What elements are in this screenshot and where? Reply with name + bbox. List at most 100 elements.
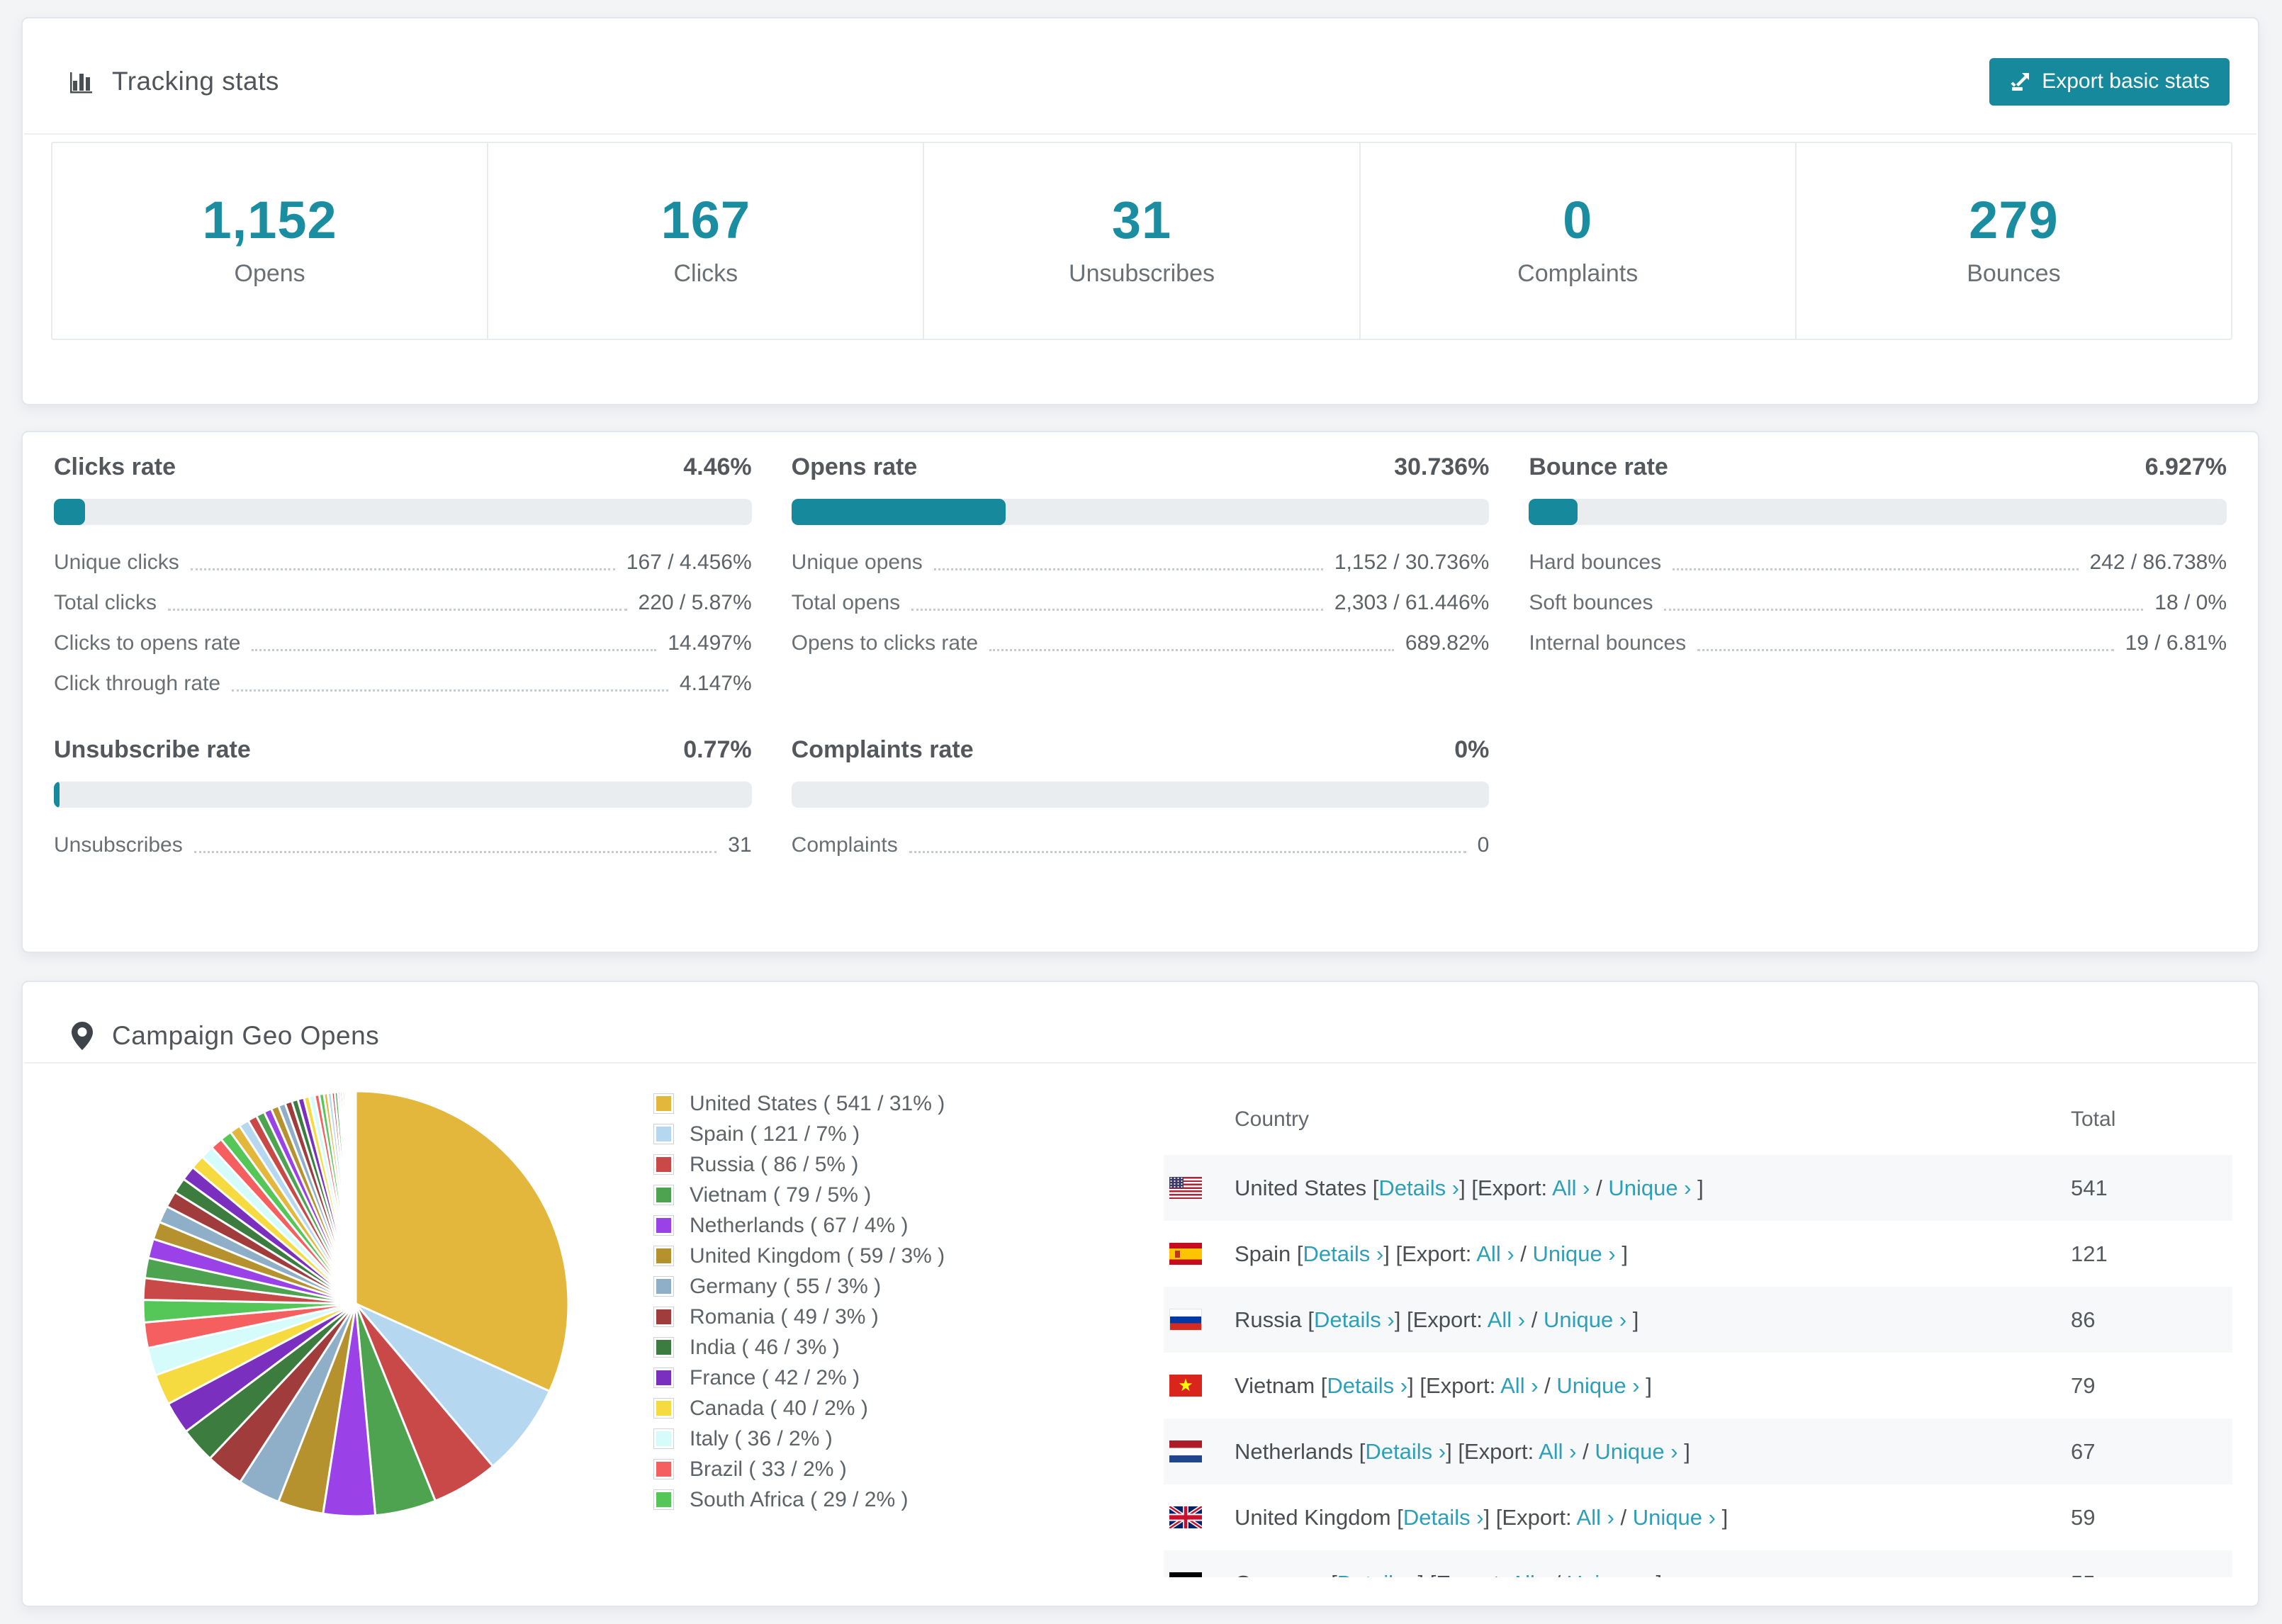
country-total: 59: [2071, 1504, 2096, 1530]
header-divider: [24, 133, 2256, 135]
dotted-leader: [190, 568, 615, 570]
legend-label: Netherlands ( 67 / 4% ): [690, 1213, 909, 1237]
legend-item: United Kingdom ( 59 / 3% ): [653, 1241, 945, 1271]
legend-color-swatch: [653, 1093, 674, 1114]
opens-rate-value: 30.736%: [1394, 453, 1490, 480]
export-all-link[interactable]: All ›: [1577, 1505, 1614, 1530]
rate-detail-row: Hard bounces 242 / 86.738%: [1529, 542, 2227, 582]
legend-label: Romania ( 49 / 3% ): [690, 1304, 879, 1329]
geo-table-header: Country Total: [1164, 1084, 2232, 1155]
export-unique-link[interactable]: Unique ›: [1633, 1505, 1716, 1530]
rate-row-label: Total opens: [791, 590, 901, 614]
tracking-stats-title: Tracking stats: [112, 67, 279, 96]
export-unique-link[interactable]: Unique ›: [1533, 1241, 1616, 1266]
rate-row-label: Unsubscribes: [54, 833, 183, 857]
rate-row-value: 220 / 5.87%: [638, 590, 752, 614]
stat-opens: 1,152 Opens: [52, 143, 489, 339]
details-link[interactable]: Details ›: [1327, 1373, 1407, 1398]
export-unique-link[interactable]: Unique ›: [1567, 1571, 1650, 1578]
export-basic-stats-button[interactable]: Export basic stats: [1989, 57, 2230, 106]
legend-item: Italy ( 36 / 2% ): [653, 1423, 945, 1454]
details-link[interactable]: Details ›: [1403, 1505, 1484, 1530]
export-all-link[interactable]: All ›: [1510, 1571, 1548, 1578]
rate-row-value: 14.497%: [668, 631, 752, 655]
export-icon: [2009, 70, 2032, 93]
dotted-leader: [933, 568, 1323, 570]
details-link[interactable]: Details ›: [1303, 1241, 1384, 1266]
dotted-leader: [1697, 649, 2114, 651]
rate-row-label: Total clicks: [54, 590, 157, 614]
details-link[interactable]: Details ›: [1337, 1571, 1418, 1578]
legend-label: Vietnam ( 79 / 5% ): [690, 1183, 872, 1207]
geo-pie-chart[interactable]: [129, 1077, 583, 1530]
legend-item: Spain ( 121 / 7% ): [653, 1119, 945, 1149]
export-all-link[interactable]: All ›: [1488, 1307, 1525, 1332]
legend-item: Vietnam ( 79 / 5% ): [653, 1180, 945, 1210]
rate-row-value: 1,152 / 30.736%: [1334, 550, 1490, 574]
rate-detail-row: Complaints 0: [792, 825, 1490, 865]
country-total: 67: [2071, 1438, 2096, 1464]
rate-detail-row: Opens to clicks rate 689.82%: [792, 623, 1490, 663]
rates-card: Clicks rate 4.46% Unique clicks 167 / 4.…: [21, 431, 2259, 953]
export-unique-link[interactable]: Unique ›: [1595, 1439, 1677, 1464]
legend-item: Canada ( 40 / 2% ): [653, 1393, 945, 1423]
details-link[interactable]: Details ›: [1378, 1175, 1459, 1200]
rate-row-value: 4.147%: [679, 671, 752, 695]
country-name: Germany: [1235, 1571, 1325, 1578]
legend-color-swatch: [653, 1276, 674, 1297]
export-all-link[interactable]: All ›: [1500, 1373, 1538, 1398]
opens-rate-panel: Opens rate 30.736% Unique opens 1,152 / …: [791, 453, 1490, 704]
legend-item: South Africa ( 29 / 2% ): [653, 1484, 945, 1515]
country-total: 79: [2071, 1372, 2096, 1398]
export-all-link[interactable]: All ›: [1539, 1439, 1576, 1464]
geo-table-row: United States [Details ›] [Export: All ›…: [1164, 1155, 2232, 1221]
export-unique-link[interactable]: Unique ›: [1608, 1175, 1691, 1200]
country-total: 541: [2071, 1175, 2108, 1200]
legend-label: Italy ( 36 / 2% ): [690, 1426, 833, 1450]
rate-row-value: 242 / 86.738%: [2089, 550, 2227, 574]
country-total: 121: [2071, 1241, 2108, 1266]
total-column-header: Total: [2071, 1107, 2116, 1131]
flag-de-icon: [1169, 1572, 1202, 1577]
rate-detail-row: Click through rate 4.147%: [54, 663, 752, 704]
rate-detail-row: Clicks to opens rate 14.497%: [54, 623, 752, 663]
dotted-leader: [193, 851, 717, 853]
legend-item: Germany ( 55 / 3% ): [653, 1271, 945, 1302]
stat-complaints: 0 Complaints: [1361, 143, 1797, 339]
complaints-rate-bar: [791, 782, 1490, 808]
rate-row-value: 689.82%: [1405, 631, 1490, 655]
export-all-link[interactable]: All ›: [1476, 1241, 1514, 1266]
export-unique-link[interactable]: Unique ›: [1556, 1373, 1639, 1398]
details-link[interactable]: Details ›: [1365, 1439, 1446, 1464]
bounce-rate-panel: Bounce rate 6.927% Hard bounces 242 / 86…: [1529, 453, 2227, 704]
export-unique-link[interactable]: Unique ›: [1544, 1307, 1626, 1332]
rate-row-label: Internal bounces: [1529, 631, 1687, 655]
dotted-leader: [1664, 609, 2144, 611]
legend-label: Spain ( 121 / 7% ): [690, 1122, 860, 1146]
rate-row-label: Soft bounces: [1529, 590, 1653, 614]
geo-table-row: Germany [Details ›] [Export: All › / Uni…: [1164, 1550, 2232, 1577]
country-total: 86: [2071, 1307, 2096, 1332]
rate-row-value: 31: [728, 833, 752, 857]
bounces-count: 279: [1969, 191, 2059, 249]
dotted-leader: [232, 689, 668, 692]
unsubscribes-count: 31: [1111, 191, 1172, 249]
dotted-leader: [1673, 568, 2079, 570]
rate-detail-row: Soft bounces 18 / 0%: [1529, 582, 2227, 623]
flag-ru-icon: [1169, 1309, 1202, 1331]
rate-row-label: Click through rate: [54, 671, 221, 695]
legend-color-swatch: [653, 1124, 674, 1144]
pie-slice[interactable]: [354, 1090, 357, 1304]
details-link[interactable]: Details ›: [1314, 1307, 1395, 1332]
rate-row-value: 167 / 4.456%: [626, 550, 752, 574]
rate-row-label: Unique clicks: [54, 550, 179, 574]
stat-unsubscribes: 31 Unsubscribes: [924, 143, 1361, 339]
flag-us-icon: [1169, 1177, 1202, 1199]
export-all-link[interactable]: All ›: [1552, 1175, 1590, 1200]
flag-gb-icon: [1169, 1506, 1202, 1528]
country-name: Netherlands: [1235, 1438, 1354, 1464]
legend-label: Canada ( 40 / 2% ): [690, 1396, 868, 1420]
complaints-rate-value: 0%: [1454, 736, 1490, 763]
map-pin-icon: [67, 1020, 98, 1051]
legend-color-swatch: [653, 1215, 674, 1236]
